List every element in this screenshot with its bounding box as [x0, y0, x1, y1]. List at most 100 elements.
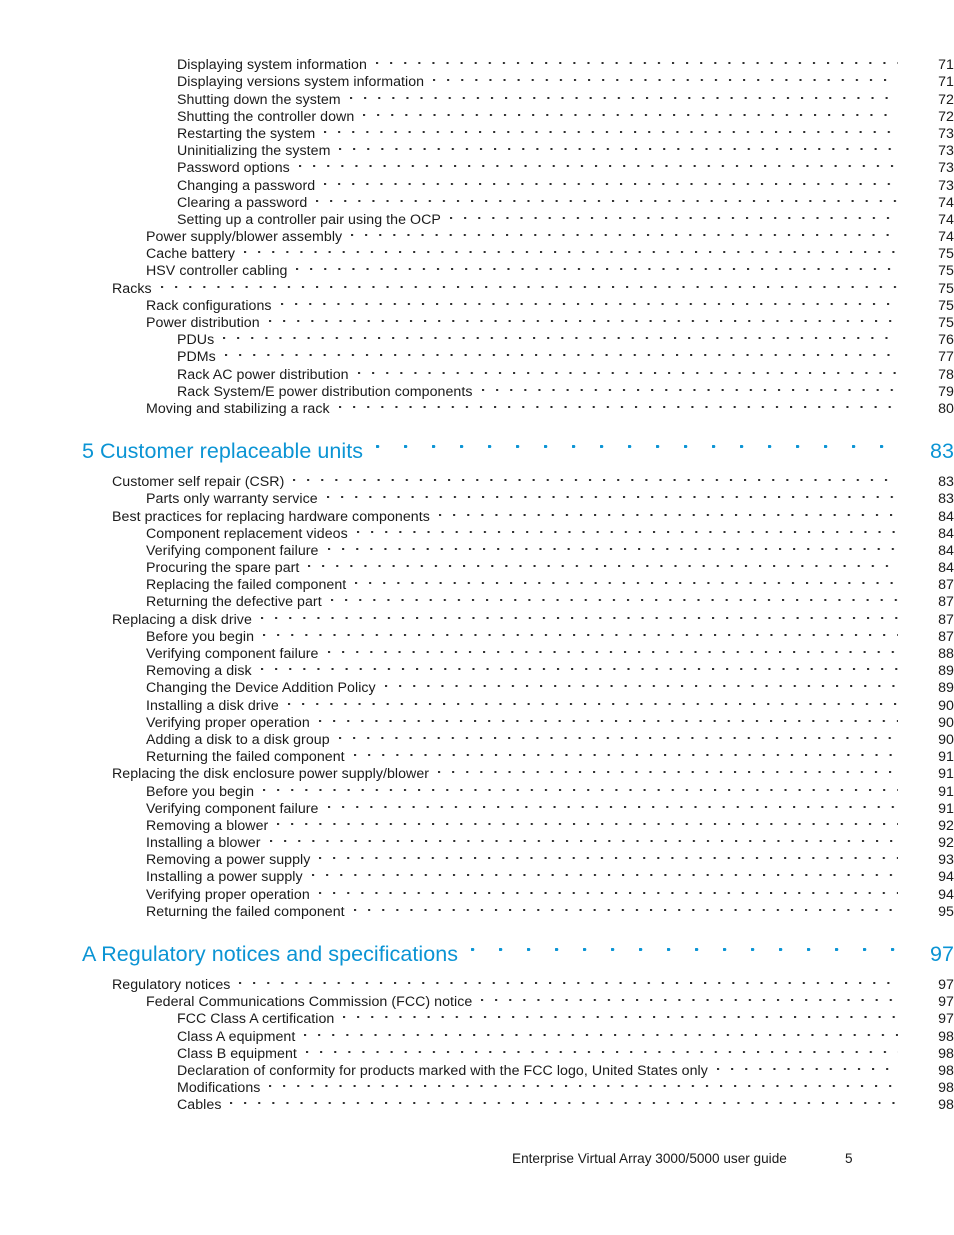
toc-entry-label: Modifications	[177, 1080, 261, 1097]
toc-entry-page-number: 94	[938, 886, 954, 903]
toc-entry-label: PDUs	[177, 332, 215, 349]
toc-entry-page-number: 89	[938, 680, 954, 697]
toc-entry-page-number: 75	[938, 280, 954, 297]
toc-entry-page-number: 80	[938, 400, 954, 417]
toc-entry-label: Racks	[112, 280, 152, 297]
toc-entry-page-number: 92	[938, 817, 954, 834]
toc-entry-label: Customer self repair (CSR)	[112, 474, 285, 491]
toc-entry-page-number: 75	[938, 246, 954, 263]
toc-dot-leader	[280, 293, 898, 310]
toc-entry-label: PDMs	[177, 349, 216, 366]
toc-dot-leader	[269, 1075, 898, 1092]
toc-entry-page-number: 75	[938, 263, 954, 280]
toc-dot-leader	[305, 1041, 898, 1058]
toc-chapter-page-number: 83	[929, 438, 954, 463]
toc-dot-leader	[339, 138, 898, 155]
toc-chapter-row[interactable]: 5 Customer replaceable units 83	[0, 436, 954, 466]
toc-dot-leader	[160, 275, 898, 292]
toc-dot-leader	[230, 1092, 898, 1109]
toc-dot-leader	[716, 1058, 898, 1075]
toc-dot-leader	[363, 104, 898, 121]
toc-dot-leader	[324, 172, 898, 189]
toc-entry-page-number: 71	[938, 57, 954, 74]
toc-entry-page-number: 76	[938, 332, 954, 349]
toc-dot-leader	[438, 503, 898, 520]
toc-dot-leader	[353, 744, 898, 761]
toc-entry-row[interactable]: Customer self repair (CSR) 83	[0, 469, 954, 490]
toc-chapter-row[interactable]: A Regulatory notices and specifications 9…	[0, 939, 954, 969]
toc-entry-page-number: 74	[938, 229, 954, 246]
toc-entry-page-number: 75	[938, 315, 954, 331]
toc-dot-leader	[438, 761, 898, 778]
toc-dot-leader	[263, 624, 898, 641]
toc-entry-label: Removing a disk	[146, 663, 252, 680]
toc-dot-leader	[326, 486, 898, 503]
toc-entry-page-number: 83	[938, 491, 954, 508]
toc-chapter-label: 5 Customer replaceable units	[82, 438, 364, 463]
toc-entry-page-number: 71	[938, 74, 954, 91]
toc-entry-page-number: 91	[938, 766, 954, 783]
toc-entry-page-number: 84	[938, 525, 954, 542]
toc-dot-leader	[375, 52, 898, 69]
toc-entry-page-number: 92	[938, 835, 954, 852]
toc-entry-page-number: 90	[938, 697, 954, 714]
toc-entry-label: Restarting the system	[177, 125, 316, 142]
toc-entry-label: FCC Class A certification	[177, 1011, 335, 1028]
toc-entry-page-number: 91	[938, 800, 954, 817]
toc-entry-page-number: 84	[938, 542, 954, 559]
toc-dot-leader	[481, 379, 899, 396]
toc-entry-label: Before you begin	[146, 628, 255, 645]
toc-entry-label: Verifying component failure	[146, 542, 319, 559]
toc-dot-leader	[269, 830, 898, 847]
toc-entry-label: Replacing a disk drive	[112, 611, 252, 628]
toc-dot-leader	[304, 1023, 898, 1040]
toc-entry-page-number: 90	[938, 714, 954, 731]
toc-dot-leader	[356, 521, 898, 538]
toc-dot-leader	[353, 899, 898, 916]
toc-entry-row[interactable]: Displaying system information 71	[0, 52, 954, 73]
toc-dot-leader	[318, 881, 898, 898]
toc-entry-label: Cables	[177, 1097, 222, 1114]
toc-entry-label: Returning the failed component	[146, 749, 345, 766]
toc-entry-label: Installing a power supply	[146, 869, 303, 886]
toc-chapter-label: A Regulatory notices and specifications	[82, 941, 459, 966]
toc-entry-page-number: 72	[938, 108, 954, 125]
toc-entry-label: Before you begin	[146, 783, 255, 800]
toc-entry-label: Uninitializing the system	[177, 143, 331, 160]
toc-entry-label: Displaying system information	[177, 57, 367, 74]
toc-entry-page-number: 73	[938, 125, 954, 142]
toc-dot-leader	[471, 944, 898, 961]
toc-entry-page-number: 87	[938, 611, 954, 628]
toc-entry-page-number: 90	[938, 731, 954, 748]
toc-entry-page-number: 84	[938, 508, 954, 525]
toc-dot-leader	[357, 361, 898, 378]
toc-dot-leader	[327, 538, 899, 555]
toc-dot-leader	[298, 155, 898, 172]
toc-entry-label: Installing a disk drive	[146, 697, 279, 714]
toc-dot-leader	[223, 327, 898, 344]
footer-document-title: Enterprise Virtual Array 3000/5000 user …	[512, 1151, 787, 1166]
toc-dot-leader	[308, 555, 898, 572]
toc-entry-page-number: 91	[938, 783, 954, 800]
toc-dot-leader	[268, 310, 898, 327]
toc-dot-leader	[296, 258, 898, 275]
footer-page-number: 5	[845, 1151, 853, 1166]
toc-entry-row[interactable]: Regulatory notices 97	[0, 972, 954, 993]
toc-entry-page-number: 98	[938, 1062, 954, 1079]
table-of-contents: Displaying system information 71 Displayin…	[0, 52, 954, 1113]
toc-dot-leader	[324, 121, 898, 138]
toc-dot-leader	[260, 606, 898, 623]
toc-dot-leader	[277, 813, 898, 830]
toc-entry-page-number: 88	[938, 646, 954, 662]
toc-entry-label: Verifying proper operation	[146, 886, 310, 903]
toc-entry-page-number: 73	[938, 177, 954, 194]
toc-entry-page-number: 75	[938, 297, 954, 314]
toc-entry-page-number: 87	[938, 577, 954, 594]
toc-entry-label: Returning the failed component	[146, 903, 345, 920]
toc-entry-page-number: 89	[938, 663, 954, 680]
toc-dot-leader	[343, 1006, 898, 1023]
toc-dot-leader	[449, 207, 898, 224]
toc-entry-page-number: 84	[938, 560, 954, 577]
toc-dot-leader	[349, 86, 898, 103]
toc-dot-leader	[384, 675, 898, 692]
